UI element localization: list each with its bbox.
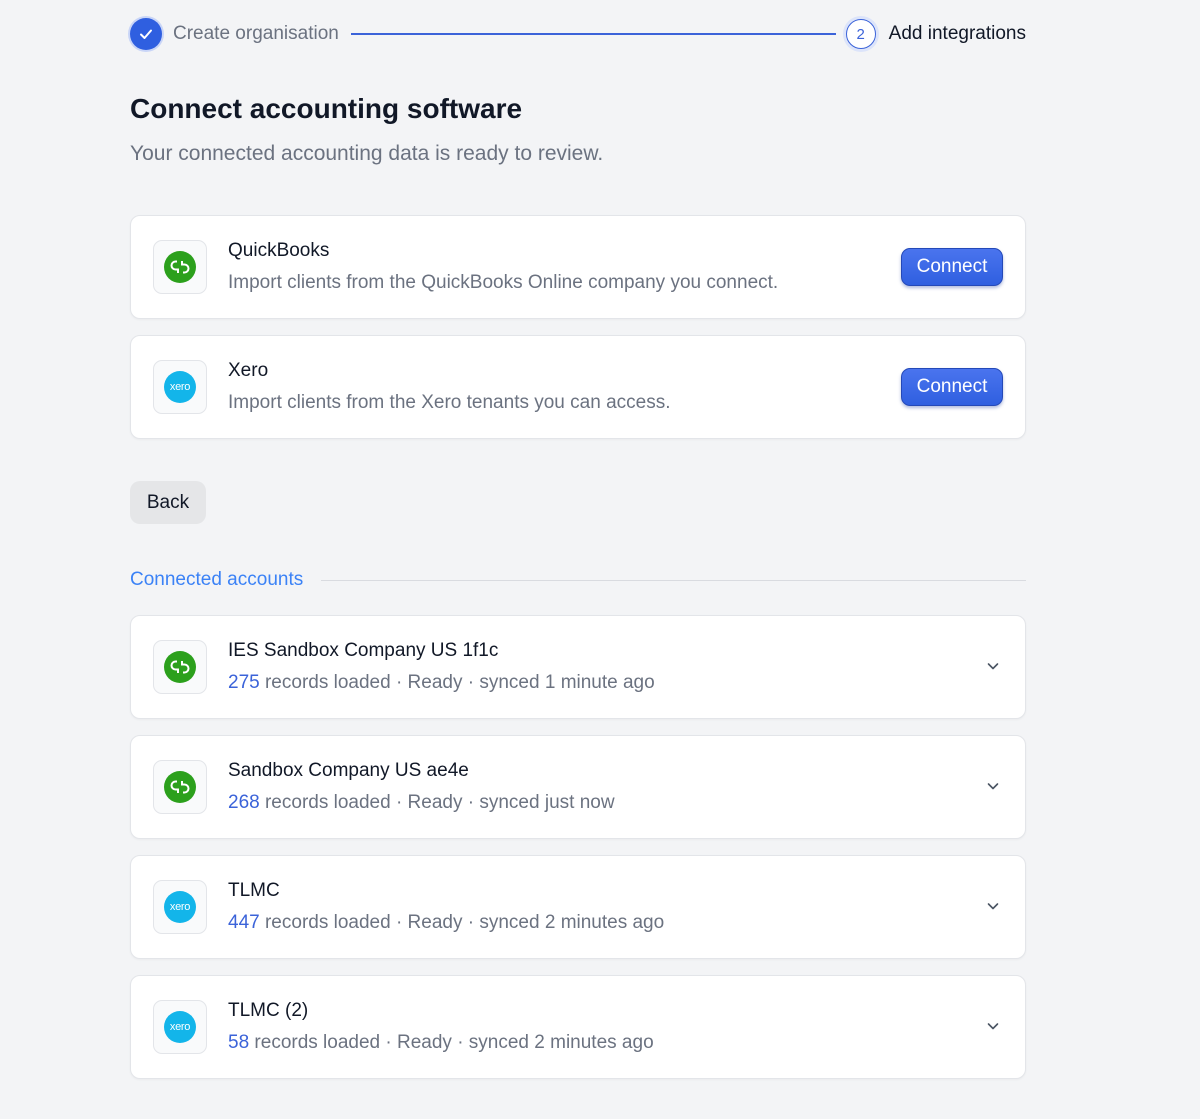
back-button[interactable]: Back <box>130 481 206 524</box>
records-count: 447 <box>228 912 260 933</box>
xero-logo-icon: xero <box>164 371 196 403</box>
account-name: TLMC <box>228 880 280 901</box>
account-name: IES Sandbox Company US 1f1c <box>228 640 499 661</box>
page-subtitle: Your connected accounting data is ready … <box>130 142 604 165</box>
section-divider <box>321 579 1026 581</box>
provider-logo-box <box>153 640 207 694</box>
connect-quickbooks-button[interactable]: Connect <box>901 248 1003 286</box>
step-2-label: Add integrations <box>888 23 1026 44</box>
page-title: Connect accounting software <box>130 93 523 124</box>
stepper: Create organisation 2 Add integrations <box>130 16 1026 52</box>
step-complete-check-icon <box>130 18 162 50</box>
connected-account-card[interactable]: xero TLMC 447 records loaded · Ready · s… <box>130 855 1026 959</box>
xero-logo-icon: xero <box>164 891 196 923</box>
chevron-down-icon[interactable] <box>985 1018 1001 1034</box>
provider-name: QuickBooks <box>228 240 330 261</box>
records-count: 268 <box>228 792 260 813</box>
quickbooks-logo-icon <box>164 251 196 283</box>
chevron-down-icon[interactable] <box>985 658 1001 674</box>
connected-account-card[interactable]: xero TLMC (2) 58 records loaded · Ready … <box>130 975 1026 1079</box>
status-text: records loaded · Ready · synced 2 minute… <box>259 912 665 933</box>
provider-description: Import clients from the QuickBooks Onlin… <box>228 272 779 293</box>
xero-logo-icon: xero <box>164 1011 196 1043</box>
status-text: records loaded · Ready · synced just now <box>259 792 615 813</box>
provider-name: Xero <box>228 360 269 381</box>
connected-account-card[interactable]: Sandbox Company US ae4e 268 records load… <box>130 735 1026 839</box>
account-status: 58 records loaded · Ready · synced 2 min… <box>228 1032 654 1054</box>
provider-logo-box <box>153 240 207 294</box>
account-status: 275 records loaded · Ready · synced 1 mi… <box>228 672 655 694</box>
account-status: 268 records loaded · Ready · synced just… <box>228 792 615 814</box>
provider-logo-box: xero <box>153 880 207 934</box>
provider-logo-box <box>153 760 207 814</box>
step-1-label: Create organisation <box>173 23 339 44</box>
provider-logo-box: xero <box>153 360 207 414</box>
status-text: records loaded · Ready · synced 2 minute… <box>249 1032 654 1053</box>
provider-logo-box: xero <box>153 1000 207 1054</box>
records-count: 275 <box>228 672 260 693</box>
connected-account-card[interactable]: IES Sandbox Company US 1f1c 275 records … <box>130 615 1026 719</box>
records-count: 58 <box>228 1032 250 1053</box>
chevron-down-icon[interactable] <box>985 898 1001 914</box>
account-name: Sandbox Company US ae4e <box>228 760 469 781</box>
provider-card-xero: xero Xero Import clients from the Xero t… <box>130 335 1026 439</box>
connect-xero-button[interactable]: Connect <box>901 368 1003 406</box>
account-name: TLMC (2) <box>228 1000 309 1021</box>
connected-accounts-header: Connected accounts <box>130 567 1026 593</box>
quickbooks-logo-icon <box>164 771 196 803</box>
account-status: 447 records loaded · Ready · synced 2 mi… <box>228 912 664 934</box>
stepper-connector <box>350 33 836 35</box>
connected-accounts-label: Connected accounts <box>130 569 304 590</box>
chevron-down-icon[interactable] <box>985 778 1001 794</box>
status-text: records loaded · Ready · synced 1 minute… <box>259 672 655 693</box>
step-2-number: 2 <box>845 19 876 49</box>
provider-card-quickbooks: QuickBooks Import clients from the Quick… <box>130 215 1026 319</box>
quickbooks-logo-icon <box>164 651 196 683</box>
provider-description: Import clients from the Xero tenants you… <box>228 392 671 413</box>
